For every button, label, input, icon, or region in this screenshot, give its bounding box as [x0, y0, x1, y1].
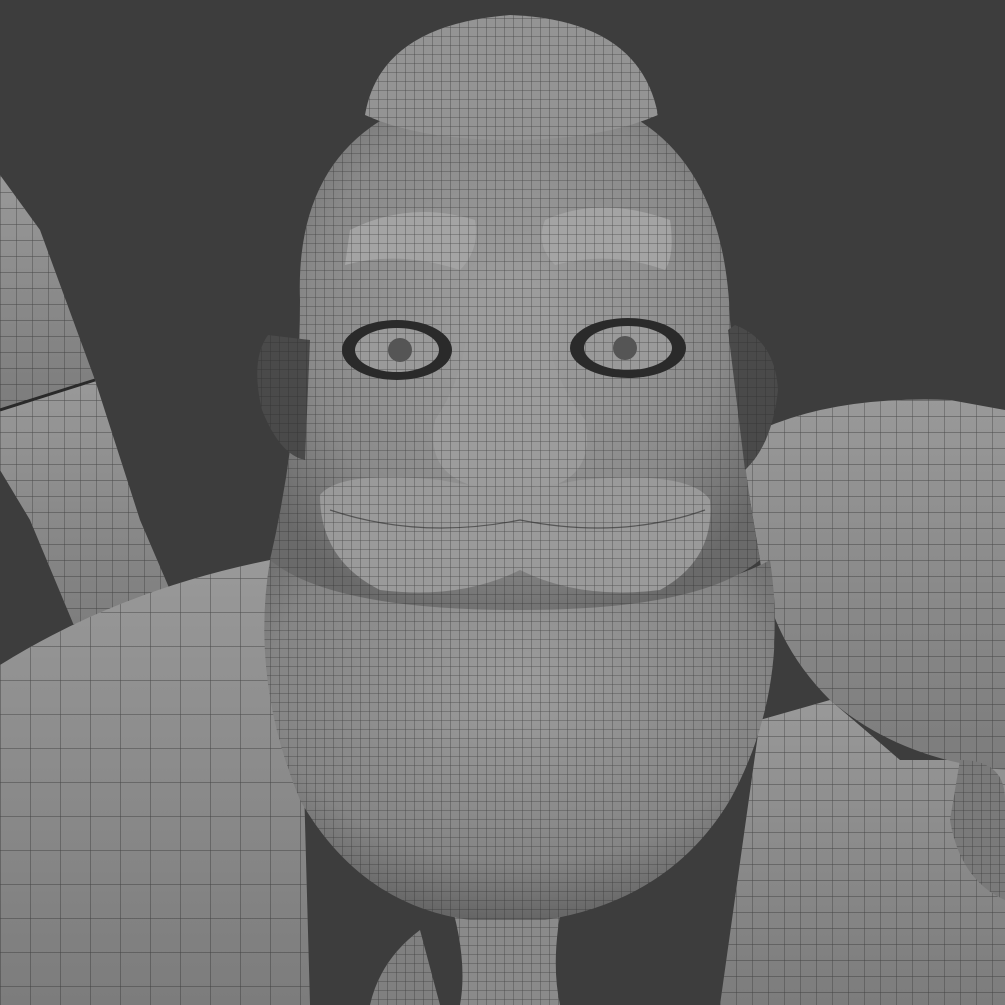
wireframe-render	[0, 0, 1005, 1005]
3d-viewport[interactable]	[0, 0, 1005, 1005]
